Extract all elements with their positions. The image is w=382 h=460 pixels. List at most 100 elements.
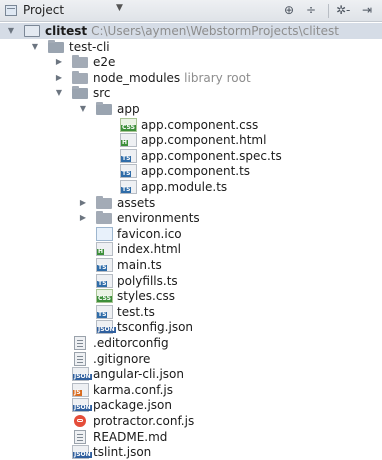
tree-item-label: app.module.ts [141, 179, 227, 195]
tree-row[interactable]: README.md [0, 429, 382, 445]
item-name: tslint.json [93, 445, 152, 459]
item-name: app.module.ts [141, 180, 228, 194]
tree-item-label: karma.conf.js [93, 382, 173, 398]
tree-row[interactable]: TS app.component.ts [0, 163, 382, 179]
scroll-from-source-icon[interactable]: ⊕ [284, 2, 294, 19]
ts-file-icon: TS [120, 180, 137, 194]
tree-item-label: src [93, 85, 111, 101]
item-name: test-cli [69, 40, 110, 54]
folder-icon [48, 40, 64, 53]
json-file-icon: JSON [72, 367, 92, 381]
tree-row[interactable]: ▶ e2e [0, 54, 382, 70]
tree-item-label: favicon.ico [117, 226, 182, 242]
item-name: index.html [117, 242, 181, 256]
item-name: environments [117, 211, 200, 225]
item-hint: library root [184, 71, 251, 85]
expand-arrow-open-icon[interactable]: ▼ [78, 101, 88, 117]
item-name: main.ts [117, 258, 162, 272]
folder-icon [96, 196, 112, 209]
tree-row[interactable]: Happ.component.html [0, 132, 382, 148]
tree-row[interactable]: TS main.ts [0, 257, 382, 273]
tree-row[interactable]: ▼ app [0, 101, 382, 117]
expand-arrow-open-icon[interactable]: ▼ [54, 85, 64, 101]
tree-item-label: tslint.json [93, 444, 151, 460]
item-name: polyfills.ts [117, 274, 178, 288]
item-name: node_modules [93, 71, 181, 85]
tree-row[interactable]: ▼ clitest C:\Users\aymen\WebstormProjects\… [0, 23, 382, 39]
tree-item-label: app.component.html [141, 132, 266, 148]
tree-row[interactable]: favicon.ico [0, 226, 382, 242]
folder-icon [96, 102, 112, 115]
project-view-icon [5, 5, 17, 16]
tree-row[interactable]: TS test.ts [0, 304, 382, 320]
json-file-icon: JSON [96, 320, 116, 334]
tree-item-label: test.ts [117, 304, 155, 320]
tree-item-label: protractor.conf.js [93, 413, 194, 429]
item-name: .gitignore [93, 352, 151, 366]
item-name: app.component.html [141, 133, 267, 147]
tree-item-label: main.ts [117, 257, 162, 273]
tree-item-label: test-cli [69, 39, 110, 55]
item-name: karma.conf.js [93, 383, 173, 397]
tree-item-label: clitest C:\Users\aymen\WebstormProjects\c… [45, 23, 339, 39]
folder-icon [96, 211, 112, 224]
tree-row[interactable]: .gitignore [0, 351, 382, 367]
tree-row[interactable]: JSON package.json [0, 397, 382, 413]
tree-row[interactable]: JS karma.conf.js [0, 382, 382, 398]
item-hint: C:\Users\aymen\WebstormProjects\clitest [91, 24, 339, 38]
tree-item-label: tsconfig.json [117, 319, 193, 335]
tree-item-label: polyfills.ts [117, 273, 178, 289]
item-name: angular-cli.json [93, 367, 184, 381]
hide-panel-icon[interactable]: ⇥ [362, 2, 372, 19]
tree-row[interactable]: JSON tslint.json [0, 444, 382, 460]
tree-row[interactable]: TS app.module.ts [0, 179, 382, 195]
item-name: protractor.conf.js [93, 414, 195, 428]
tree-item-label: README.md [93, 429, 167, 445]
tree-row[interactable]: JSON angular-cli.json [0, 366, 382, 382]
expand-arrow-closed-icon[interactable]: ▶ [78, 195, 88, 211]
text-file-icon [74, 352, 86, 366]
tree-row[interactable]: ▼ test-cli [0, 39, 382, 55]
tree-item-label: styles.css [117, 288, 175, 304]
tree-item-label: e2e [93, 54, 115, 70]
ts-file-icon: TS [96, 274, 113, 288]
ts-file-icon: TS [96, 258, 113, 272]
item-name: package.json [93, 398, 173, 412]
item-name: test.ts [117, 305, 155, 319]
text-file-icon [74, 430, 86, 444]
tree-row[interactable]: TS polyfills.ts [0, 273, 382, 289]
tree-row[interactable]: ▶ assets [0, 195, 382, 211]
expand-arrow-open-icon[interactable]: ▼ [6, 23, 16, 39]
tree-item-label: assets [117, 195, 155, 211]
tree-row[interactable]: .editorconfig [0, 335, 382, 351]
text-file-icon [74, 336, 86, 350]
item-name: assets [117, 196, 156, 210]
tree-row[interactable]: ▶ node_modules library root [0, 70, 382, 86]
tree-item-label: app.component.spec.ts [141, 148, 282, 164]
expand-arrow-open-icon[interactable]: ▼ [30, 39, 40, 55]
tree-row[interactable]: TS app.component.spec.ts [0, 148, 382, 164]
ico-file-icon [96, 227, 113, 241]
tree-row[interactable]: ▼ src [0, 85, 382, 101]
tree-row[interactable]: protractor.conf.js [0, 413, 382, 429]
view-dropdown-chevron-icon[interactable]: ▼ [116, 3, 123, 13]
expand-arrow-closed-icon[interactable]: ▶ [54, 54, 64, 70]
item-name: e2e [93, 55, 116, 69]
tree-row[interactable]: ▶ environments [0, 210, 382, 226]
js-file-icon: JS [72, 383, 89, 397]
item-name: favicon.ico [117, 227, 182, 241]
ts-spec-file-icon: TS [120, 149, 137, 163]
tree-row[interactable]: JSON tsconfig.json [0, 319, 382, 335]
tree-item-label: app [117, 101, 140, 117]
settings-gear-icon[interactable]: ✲- [336, 2, 350, 19]
tree-row[interactable]: CSS styles.css [0, 288, 382, 304]
tree-row[interactable]: Hindex.html [0, 241, 382, 257]
item-name: app.component.css [141, 118, 259, 132]
item-name: src [93, 86, 111, 100]
tree-row[interactable]: CSS app.component.css [0, 117, 382, 133]
collapse-all-icon[interactable]: ÷ [306, 2, 316, 19]
html-file-icon: H [96, 242, 113, 256]
expand-arrow-closed-icon[interactable]: ▶ [78, 210, 88, 226]
expand-arrow-closed-icon[interactable]: ▶ [54, 70, 64, 86]
item-name: .editorconfig [93, 336, 169, 350]
